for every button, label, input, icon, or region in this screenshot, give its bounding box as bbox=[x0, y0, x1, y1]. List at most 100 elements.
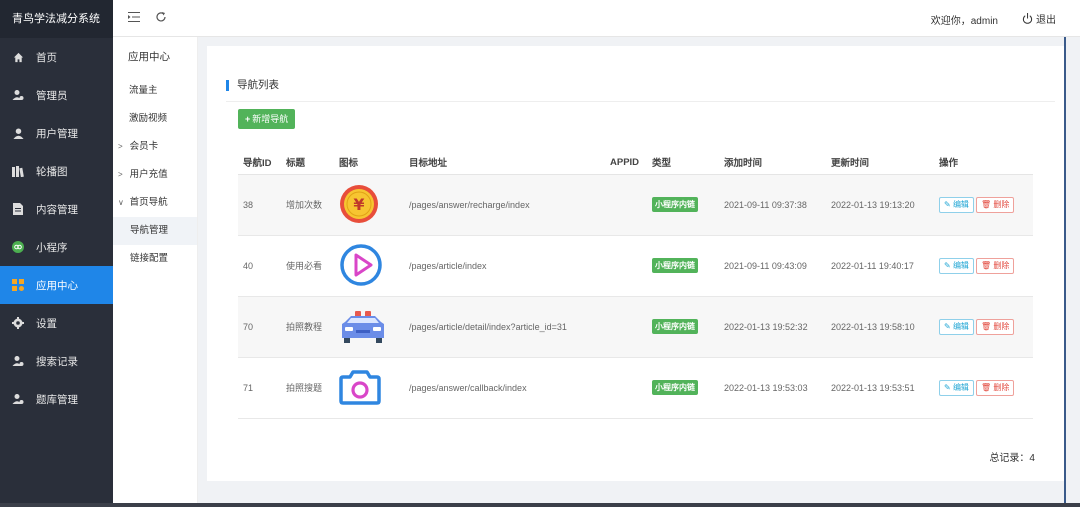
cell-appid bbox=[605, 235, 647, 297]
delete-button[interactable]: 🗑 删除 bbox=[975, 196, 1015, 213]
cell-type: 小程序内链 bbox=[647, 174, 719, 236]
col-header-icon: 图标 bbox=[334, 151, 404, 175]
app-title: 青鸟学法减分系统 bbox=[0, 0, 113, 38]
submenu-item-label: 导航管理 bbox=[130, 225, 169, 236]
cell-url: /pages/answer/recharge/index bbox=[404, 174, 605, 236]
play-circle-icon bbox=[340, 243, 382, 286]
cell-url: /pages/article/detail/index?article_id=3… bbox=[404, 296, 605, 358]
submenu-item-label: 首页导航 bbox=[129, 197, 168, 208]
chevron-down-icon: ∨ bbox=[118, 198, 124, 207]
add-nav-button[interactable]: + 新增导航 bbox=[238, 109, 296, 129]
cell-title: 拍照教程 bbox=[281, 296, 334, 358]
edit-button[interactable]: ✎ 编辑 bbox=[939, 257, 974, 274]
cell-id: 38 bbox=[238, 174, 281, 236]
submenu-item-traffic[interactable]: 流量主 bbox=[113, 77, 197, 105]
submenu-item-label: 流量主 bbox=[129, 85, 158, 96]
submenu-item-nav-management[interactable]: 导航管理 bbox=[113, 217, 197, 245]
user-gear-icon bbox=[12, 89, 24, 101]
sidebar-item-miniprogram[interactable]: 小程序 bbox=[0, 228, 113, 266]
welcome-text: 欢迎你，admin bbox=[930, 16, 998, 27]
cell-icon bbox=[334, 357, 404, 419]
submenu-item-link-config[interactable]: 链接配置 bbox=[113, 245, 197, 273]
logout-button[interactable]: 退出 bbox=[1022, 11, 1056, 26]
sidebar-item-label: 搜索记录 bbox=[36, 355, 78, 368]
submenu-title: 应用中心 bbox=[128, 51, 170, 63]
edit-label: 编辑 bbox=[952, 199, 969, 209]
sidebar: 青鸟学法减分系统 首页 管理员 用户管理 轮播图 内容管理 小程序 应用中心 设… bbox=[0, 0, 113, 507]
logout-label: 退出 bbox=[1036, 15, 1056, 26]
yuan-coin-icon: ¥ bbox=[340, 184, 378, 223]
col-header-title: 标题 bbox=[281, 151, 334, 175]
delete-label: 删除 bbox=[993, 382, 1010, 392]
cell-actions: ✎ 编辑 🗑 删除 bbox=[934, 174, 1033, 236]
cell-icon bbox=[334, 235, 404, 297]
delete-button[interactable]: 🗑 删除 bbox=[975, 318, 1015, 335]
submenu-item-reward-video[interactable]: 激励视频 bbox=[113, 105, 197, 133]
table-row: 70 拍照教程 /pages/article/detail/index?arti… bbox=[238, 296, 1033, 358]
cell-title: 增加次数 bbox=[281, 174, 334, 236]
delete-button[interactable]: 🗑 删除 bbox=[975, 257, 1015, 274]
cell-type: 小程序内链 bbox=[647, 296, 719, 358]
table-header-row: 导航ID 标题 图标 目标地址 APPID 类型 添加时间 更新时间 操作 bbox=[238, 151, 1033, 175]
edit-button[interactable]: ✎ 编辑 bbox=[939, 196, 974, 213]
sidebar-item-label: 题库管理 bbox=[36, 393, 78, 406]
sidebar-item-home[interactable]: 首页 bbox=[0, 38, 113, 76]
sidebar-item-settings[interactable]: 设置 bbox=[0, 304, 113, 342]
cell-icon: ¥ bbox=[334, 174, 404, 236]
sidebar-item-question-bank[interactable]: 题库管理 bbox=[0, 380, 113, 418]
sidebar-item-label: 用户管理 bbox=[36, 127, 78, 140]
sidebar-item-search-records[interactable]: 搜索记录 bbox=[0, 342, 113, 380]
user-icon bbox=[12, 127, 24, 139]
cell-title: 拍照搜题 bbox=[281, 357, 334, 419]
sidebar-item-label: 轮播图 bbox=[36, 165, 68, 178]
nav-table: 导航ID 标题 图标 目标地址 APPID 类型 添加时间 更新时间 操作 38… bbox=[238, 151, 1033, 419]
cell-id: 71 bbox=[238, 357, 281, 419]
submenu-item-user-recharge[interactable]: > 用户充值 bbox=[113, 161, 197, 189]
submenu-item-label: 激励视频 bbox=[129, 113, 168, 124]
edit-button[interactable]: ✎ 编辑 bbox=[939, 318, 974, 335]
edit-label: 编辑 bbox=[952, 382, 969, 392]
type-badge: 小程序内链 bbox=[652, 380, 698, 395]
submenu-item-home-nav[interactable]: ∨ 首页导航 bbox=[113, 189, 197, 217]
cell-icon bbox=[334, 296, 404, 358]
power-icon bbox=[1022, 13, 1033, 24]
sidebar-item-label: 内容管理 bbox=[36, 203, 78, 216]
cell-actions: ✎ 编辑 🗑 删除 bbox=[934, 296, 1033, 358]
add-nav-label: 新增导航 bbox=[252, 114, 289, 124]
cell-appid bbox=[605, 357, 647, 419]
cell-appid bbox=[605, 296, 647, 358]
menu-collapse-icon[interactable] bbox=[127, 11, 141, 25]
submenu-item-label: 会员卡 bbox=[129, 141, 159, 152]
table-row: 38 增加次数 ¥ /pages/answer/recharge/index 小… bbox=[238, 174, 1033, 236]
col-header-id: 导航ID bbox=[238, 151, 281, 175]
table-row: 71 拍照搜题 /pages/answer/callback/index 小程序… bbox=[238, 357, 1033, 419]
col-header-url: 目标地址 bbox=[404, 151, 605, 175]
col-header-appid: APPID bbox=[605, 151, 647, 175]
car-icon bbox=[342, 310, 384, 343]
cell-updated: 2022-01-13 19:13:20 bbox=[826, 174, 934, 236]
cell-added: 2022-01-13 19:53:03 bbox=[719, 357, 826, 419]
sidebar-item-carousel[interactable]: 轮播图 bbox=[0, 152, 113, 190]
window-edge bbox=[1064, 37, 1066, 507]
cell-id: 70 bbox=[238, 296, 281, 358]
cell-added: 2021-09-11 09:43:09 bbox=[719, 235, 826, 297]
sidebar-item-content[interactable]: 内容管理 bbox=[0, 190, 113, 228]
sidebar-item-app-center[interactable]: 应用中心 bbox=[0, 266, 113, 304]
sidebar-item-label: 设置 bbox=[36, 317, 57, 330]
bottom-bar bbox=[0, 503, 1080, 507]
top-header: 欢迎你，admin 退出 bbox=[113, 0, 1080, 37]
plus-icon: + bbox=[245, 114, 251, 124]
delete-button[interactable]: 🗑 删除 bbox=[975, 379, 1015, 396]
type-badge: 小程序内链 bbox=[652, 319, 698, 334]
col-header-actions: 操作 bbox=[934, 151, 1033, 175]
edit-button[interactable]: ✎ 编辑 bbox=[939, 379, 974, 396]
cell-added: 2021-09-11 09:37:38 bbox=[719, 174, 826, 236]
sidebar-item-admins[interactable]: 管理员 bbox=[0, 76, 113, 114]
col-header-updated: 更新时间 bbox=[826, 151, 934, 175]
submenu-item-label: 用户充值 bbox=[129, 169, 168, 180]
sidebar-item-users[interactable]: 用户管理 bbox=[0, 114, 113, 152]
refresh-icon[interactable] bbox=[154, 11, 168, 25]
submenu-item-member-card[interactable]: > 会员卡 bbox=[113, 133, 197, 161]
home-icon bbox=[12, 51, 24, 63]
cell-updated: 2022-01-11 19:40:17 bbox=[826, 235, 934, 297]
